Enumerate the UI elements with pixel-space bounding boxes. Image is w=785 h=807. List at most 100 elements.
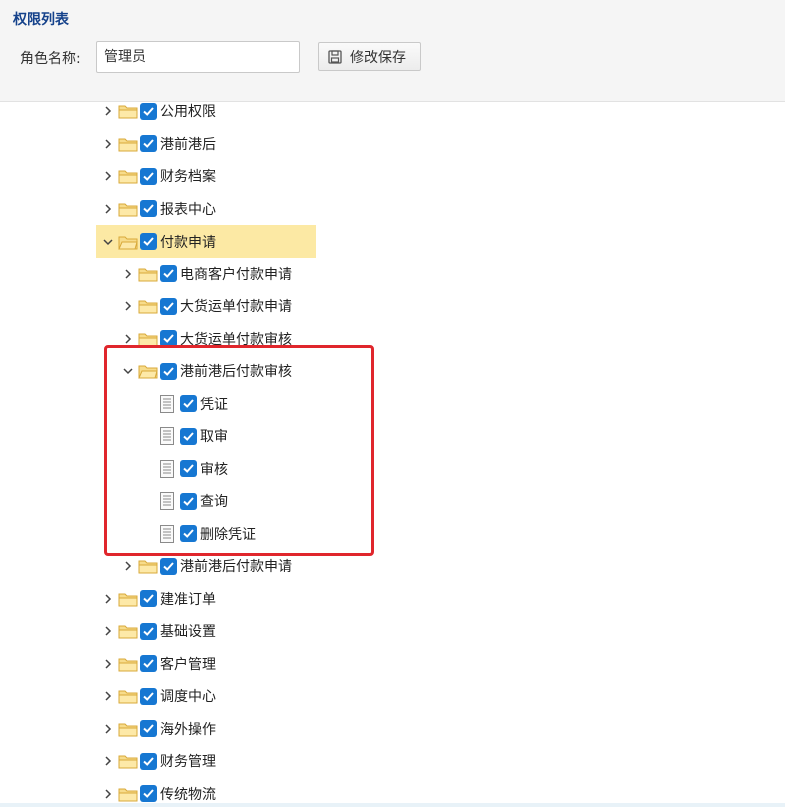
checkbox-checked[interactable] xyxy=(160,557,177,575)
folder-icon xyxy=(138,265,158,283)
role-name-input[interactable]: 管理员 xyxy=(96,41,300,73)
chevron-right-icon[interactable] xyxy=(98,751,118,771)
chevron-right-icon[interactable] xyxy=(118,296,138,316)
checkbox-checked[interactable] xyxy=(180,395,197,412)
tree-row[interactable]: 海外操作 xyxy=(98,716,216,742)
chevron-right-icon[interactable] xyxy=(98,589,118,609)
tree-node-label: 港前港后 xyxy=(160,136,216,153)
checkbox-checked[interactable] xyxy=(160,297,177,315)
tree-row[interactable]: 港前港后 xyxy=(98,131,216,157)
tree-row[interactable]: 查询 xyxy=(158,488,228,514)
chevron-right-icon[interactable] xyxy=(98,166,118,186)
folder-icon xyxy=(138,330,158,348)
tree-row[interactable]: 电商客户付款申请 xyxy=(118,261,292,287)
tree-node-label: 审核 xyxy=(200,461,228,478)
tree-node-label: 传统物流 xyxy=(160,786,216,803)
checkbox-checked[interactable] xyxy=(180,492,197,510)
tree-row[interactable]: 港前港后付款审核 xyxy=(118,358,292,384)
tree-row[interactable]: 付款申请 xyxy=(96,225,316,258)
tree-node-label: 查询 xyxy=(200,494,228,510)
tree-node-label: 财务管理 xyxy=(160,754,216,770)
tree-node-label: 删除凭证 xyxy=(200,526,256,543)
tree-node-label: 财务档案 xyxy=(160,169,216,185)
tree-node-label: 取审 xyxy=(200,429,228,445)
checkbox-checked[interactable] xyxy=(180,525,197,542)
chevron-right-icon[interactable] xyxy=(98,101,118,121)
folder-icon xyxy=(118,785,138,803)
tree-row[interactable]: 调度中心 xyxy=(98,683,216,709)
tree-node-label: 公用权限 xyxy=(160,104,216,120)
folder-icon xyxy=(118,655,138,673)
tree-row[interactable]: 建准订单 xyxy=(98,586,216,612)
folder-icon xyxy=(118,200,138,218)
tree-row[interactable]: 取审 xyxy=(158,423,228,449)
checkbox-checked[interactable] xyxy=(140,590,157,607)
folder-icon xyxy=(118,135,138,153)
chevron-right-icon[interactable] xyxy=(118,264,138,284)
chevron-right-icon[interactable] xyxy=(118,556,138,576)
folder-icon xyxy=(118,167,138,185)
checkbox-checked[interactable] xyxy=(140,655,157,672)
checkbox-checked[interactable] xyxy=(160,330,177,347)
tree-node-label: 建准订单 xyxy=(160,591,216,608)
chevron-right-icon[interactable] xyxy=(98,654,118,674)
document-icon xyxy=(158,524,176,544)
checkbox-checked[interactable] xyxy=(140,135,157,152)
tree-row[interactable]: 基础设置 xyxy=(98,618,216,644)
tree-row[interactable]: 删除凭证 xyxy=(158,521,256,547)
chevron-down-icon[interactable] xyxy=(98,232,118,252)
folder-icon xyxy=(138,557,158,575)
checkbox-checked[interactable] xyxy=(140,233,157,250)
document-icon xyxy=(158,394,176,414)
checkbox-checked[interactable] xyxy=(140,622,157,640)
tree-row[interactable]: 大货运单付款申请 xyxy=(118,293,292,319)
tree-row[interactable]: 凭证 xyxy=(158,391,228,417)
tree-row[interactable]: 审核 xyxy=(158,456,228,482)
checkbox-checked[interactable] xyxy=(140,687,157,705)
tree-node-label: 电商客户付款申请 xyxy=(180,266,292,283)
checkbox-checked[interactable] xyxy=(180,460,197,477)
folder-icon xyxy=(118,752,138,770)
folder-icon xyxy=(118,590,138,608)
folder-open-icon xyxy=(138,362,158,380)
checkbox-checked[interactable] xyxy=(160,362,177,380)
chevron-right-icon[interactable] xyxy=(98,621,118,641)
checkbox-checked[interactable] xyxy=(160,265,177,282)
tree-row[interactable]: 财务档案 xyxy=(98,163,216,189)
checkbox-checked[interactable] xyxy=(140,785,157,802)
tree-row[interactable]: 公用权限 xyxy=(98,98,216,124)
tree-node-label: 付款申请 xyxy=(160,234,216,251)
chevron-right-icon[interactable] xyxy=(98,686,118,706)
tree-row[interactable]: 财务管理 xyxy=(98,748,216,774)
tree-row[interactable]: 港前港后付款申请 xyxy=(118,553,292,579)
header-panel: 权限列表 角色名称: 管理员 修改保存 xyxy=(0,0,785,102)
folder-open-icon xyxy=(118,233,138,251)
chevron-right-icon[interactable] xyxy=(98,719,118,739)
permission-tree: 公用权限港前港后财务档案报表中心付款申请电商客户付款申请大货运单付款申请 大货运单… xyxy=(0,95,785,807)
save-button-label: 修改保存 xyxy=(350,49,406,66)
document-icon xyxy=(158,491,176,511)
role-name-label: 角色名称: xyxy=(20,51,81,67)
save-icon xyxy=(328,49,342,64)
tree-row[interactable]: 客户管理 xyxy=(98,651,216,677)
checkbox-checked[interactable] xyxy=(140,102,157,120)
document-icon xyxy=(158,459,176,479)
bottom-border xyxy=(0,803,785,807)
checkbox-checked[interactable] xyxy=(140,752,157,770)
tree-node-label: 报表中心 xyxy=(160,201,216,218)
folder-icon xyxy=(138,297,158,315)
checkbox-checked[interactable] xyxy=(140,720,157,737)
tree-row[interactable]: 大货运单付款审核 xyxy=(118,326,292,352)
save-button[interactable]: 修改保存 xyxy=(318,42,421,71)
chevron-right-icon[interactable] xyxy=(118,329,138,349)
tree-node-label: 客户管理 xyxy=(160,656,216,673)
checkbox-checked[interactable] xyxy=(180,427,197,445)
tree-row[interactable]: 报表中心 xyxy=(98,196,216,222)
chevron-down-icon[interactable] xyxy=(118,361,138,381)
chevron-right-icon[interactable] xyxy=(98,199,118,219)
chevron-right-icon[interactable] xyxy=(98,134,118,154)
checkbox-checked[interactable] xyxy=(140,200,157,217)
chevron-right-icon[interactable] xyxy=(98,784,118,804)
tree-node-label: 海外操作 xyxy=(160,721,216,738)
checkbox-checked[interactable] xyxy=(140,167,157,185)
